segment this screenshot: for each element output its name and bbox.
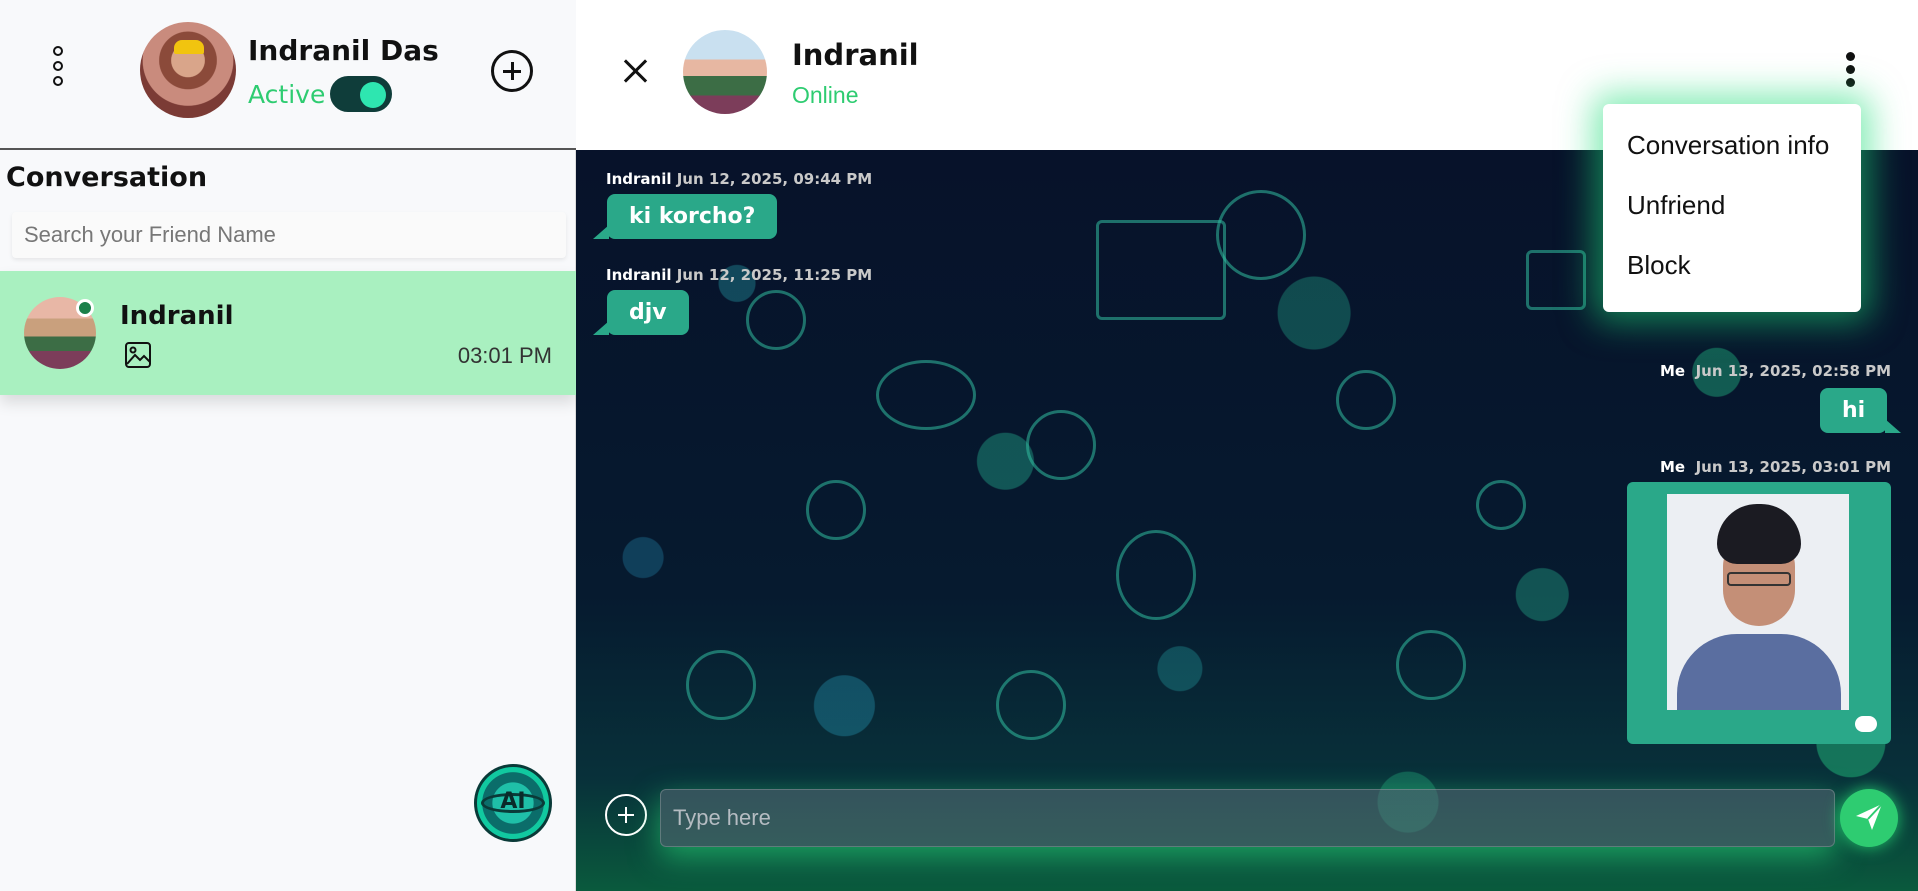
doodle-decoration bbox=[996, 670, 1066, 740]
partner-avatar[interactable] bbox=[683, 30, 767, 114]
message-sender: Me bbox=[1660, 458, 1686, 476]
attach-plus-icon[interactable] bbox=[605, 794, 647, 836]
download-cloud-icon[interactable] bbox=[1855, 716, 1877, 732]
conversation-time: 03:01 PM bbox=[457, 343, 552, 368]
sidebar-header: Indranil Das Active bbox=[0, 0, 576, 150]
photo-attachment[interactable] bbox=[1667, 494, 1849, 710]
doodle-decoration bbox=[1396, 630, 1466, 700]
doodle-decoration bbox=[1526, 250, 1586, 310]
message-bubble[interactable]: djv bbox=[593, 290, 689, 335]
ai-label: AI bbox=[500, 789, 526, 814]
message-sender: Indranil bbox=[606, 170, 672, 188]
doodle-decoration bbox=[1026, 410, 1096, 480]
online-indicator bbox=[76, 299, 94, 317]
message-time: Jun 13, 2025, 03:01 PM bbox=[1695, 458, 1892, 476]
close-icon[interactable] bbox=[623, 58, 649, 84]
chat-options-icon[interactable] bbox=[1844, 52, 1856, 92]
menu-item-block[interactable]: Block bbox=[1603, 234, 1861, 294]
conversation-name: Indranil bbox=[120, 301, 234, 331]
message-sender: Indranil bbox=[606, 266, 672, 284]
image-icon bbox=[125, 342, 151, 368]
ai-assistant-button[interactable]: AI bbox=[474, 764, 552, 842]
conversation-list-item[interactable]: Indranil 03:01 PM bbox=[0, 271, 576, 395]
user-name: Indranil Das bbox=[248, 34, 439, 67]
doodle-decoration bbox=[806, 480, 866, 540]
image-message[interactable] bbox=[1627, 482, 1891, 744]
doodle-decoration bbox=[1336, 370, 1396, 430]
message-bubble[interactable]: ki korcho? bbox=[592, 194, 778, 239]
doodle-decoration bbox=[1116, 530, 1196, 620]
doodle-decoration bbox=[1216, 190, 1306, 280]
doodle-decoration bbox=[1476, 480, 1526, 530]
chat-options-menu: Conversation info Unfriend Block bbox=[1603, 104, 1861, 312]
message-time: Jun 12, 2025, 09:44 PM bbox=[676, 170, 873, 188]
user-status: Active bbox=[248, 80, 326, 109]
message-meta: Me Jun 13, 2025, 02:58 PM bbox=[1660, 362, 1891, 380]
sidebar-menu-icon[interactable] bbox=[46, 46, 70, 96]
new-conversation-button[interactable] bbox=[491, 50, 533, 92]
user-avatar[interactable] bbox=[140, 22, 236, 118]
partner-status: Online bbox=[792, 82, 859, 108]
message-meta: Indranil Jun 12, 2025, 09:44 PM bbox=[606, 170, 872, 188]
message-bubble[interactable]: hi bbox=[1820, 388, 1902, 433]
message-time: Jun 12, 2025, 11:25 PM bbox=[676, 266, 873, 284]
doodle-decoration bbox=[876, 360, 976, 430]
message-meta: Me Jun 13, 2025, 03:01 PM bbox=[1660, 458, 1891, 476]
message-meta: Indranil Jun 12, 2025, 11:25 PM bbox=[606, 266, 872, 284]
active-status-toggle[interactable] bbox=[330, 76, 392, 112]
doodle-decoration bbox=[746, 290, 806, 350]
conversation-heading: Conversation bbox=[6, 162, 208, 193]
message-time: Jun 13, 2025, 02:58 PM bbox=[1695, 362, 1892, 380]
message-sender: Me bbox=[1660, 362, 1686, 380]
sidebar: Indranil Das Active Conversation Indrani… bbox=[0, 0, 576, 891]
menu-item-conversation-info[interactable]: Conversation info bbox=[1603, 114, 1861, 174]
doodle-decoration bbox=[686, 650, 756, 720]
message-input[interactable] bbox=[660, 789, 1835, 847]
search-input[interactable] bbox=[12, 212, 566, 258]
menu-item-unfriend[interactable]: Unfriend bbox=[1603, 174, 1861, 234]
doodle-decoration bbox=[1096, 220, 1226, 320]
partner-name: Indranil bbox=[792, 38, 919, 72]
send-icon bbox=[1856, 803, 1883, 830]
send-button[interactable] bbox=[1840, 789, 1898, 847]
